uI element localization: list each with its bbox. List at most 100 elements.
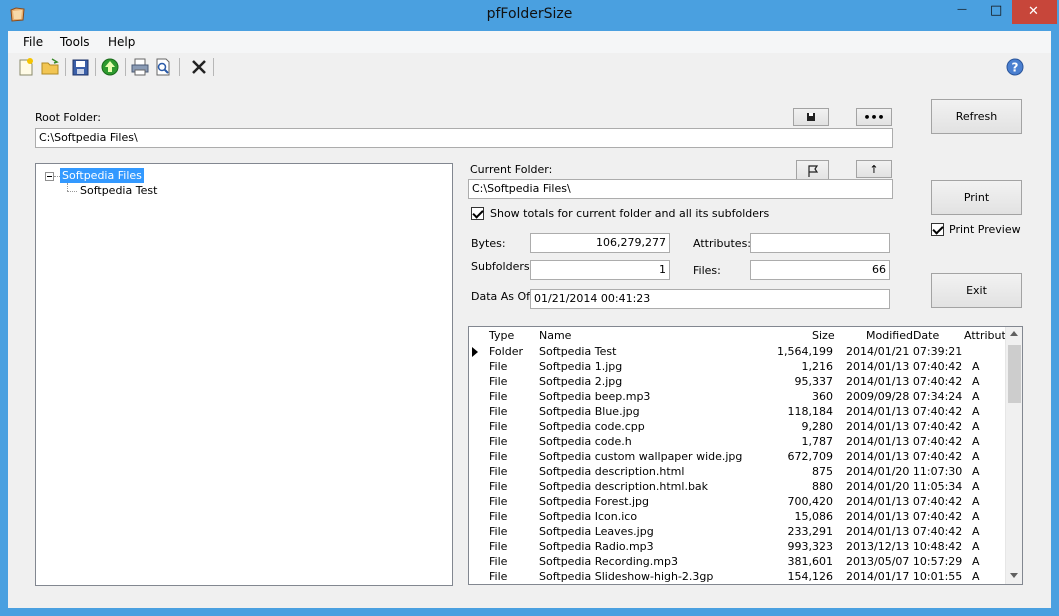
flag-icon [807, 165, 818, 177]
table-row[interactable]: File Softpedia description.html 875 2014/01… [469, 464, 1007, 479]
table-row[interactable]: File Softpedia Leaves.jpg 233,291 2014/01/1… [469, 524, 1007, 539]
minimize-button[interactable]: — [946, 0, 979, 24]
cell-type: File [489, 375, 508, 388]
up-arrow-icon[interactable] [99, 56, 121, 78]
cell-attributes: A [972, 525, 980, 538]
cell-name: Softpedia Blue.jpg [539, 405, 640, 418]
new-icon[interactable] [15, 56, 37, 78]
exit-button[interactable]: Exit [931, 273, 1022, 308]
column-header-type[interactable]: Type [489, 329, 514, 342]
cell-size: 381,601 [787, 555, 834, 568]
cell-name: Softpedia description.html.bak [539, 480, 709, 493]
cell-attributes: A [972, 540, 980, 553]
save-root-button[interactable] [793, 108, 829, 126]
table-row[interactable]: File Softpedia Blue.jpg 118,184 2014/01/13 … [469, 404, 1007, 419]
cell-date: 2013/05/07 10:57:29 [846, 555, 963, 568]
table-row[interactable]: File Softpedia Radio.mp3 993,323 2013/12/13… [469, 539, 1007, 554]
print-preview-icon[interactable] [152, 56, 174, 78]
cell-type: File [489, 405, 508, 418]
cell-date: 2014/01/13 07:40:42 [846, 375, 963, 388]
subfolders-field[interactable]: 1 [530, 260, 670, 280]
table-row[interactable]: File Softpedia Icon.ico 15,086 2014/01/13 0… [469, 509, 1007, 524]
browse-root-button[interactable]: ••• [856, 108, 892, 126]
tree-line [67, 183, 68, 191]
files-field[interactable]: 66 [750, 260, 890, 280]
column-header-size[interactable]: Size [812, 329, 835, 342]
table-row[interactable]: File Softpedia beep.mp3 360 2009/09/28 07:3… [469, 389, 1007, 404]
vertical-scrollbar[interactable] [1005, 327, 1022, 584]
folder-tree[interactable]: Softpedia Files Softpedia Test [35, 163, 453, 586]
menu-tools[interactable]: Tools [60, 35, 90, 49]
column-header-modified[interactable]: ModifiedDate [866, 329, 939, 342]
toolbar-separator [125, 58, 126, 76]
cell-size: 672,709 [787, 450, 834, 463]
print-preview-checkbox[interactable] [931, 223, 944, 236]
cell-size: 360 [812, 390, 833, 403]
file-list[interactable]: Type Name Size ModifiedDate Attributes F… [468, 326, 1023, 585]
show-totals-checkbox[interactable] [471, 207, 484, 220]
cell-type: File [489, 540, 508, 553]
cell-attributes: A [972, 570, 980, 583]
cell-size: 700,420 [787, 495, 834, 508]
table-row[interactable]: File Softpedia description.html.bak 880 201… [469, 479, 1007, 494]
cell-size: 233,291 [787, 525, 834, 538]
save-icon[interactable] [69, 56, 91, 78]
table-row[interactable]: File Softpedia Recording.mp3 381,601 2013/0… [469, 554, 1007, 569]
delete-icon[interactable] [188, 56, 210, 78]
close-button[interactable]: ✕ [1012, 0, 1057, 24]
cell-size: 9,280 [801, 420, 834, 433]
toolbar-separator [179, 58, 180, 76]
table-row[interactable]: File Softpedia Slideshow-high-2.3gp 154,12… [469, 569, 1007, 584]
open-folder-icon[interactable] [39, 56, 61, 78]
cell-attributes: A [972, 555, 980, 568]
maximize-button[interactable]: □ [979, 0, 1012, 24]
cell-name: Softpedia Slideshow-high-2.3gp [539, 570, 714, 583]
help-icon[interactable]: ? [1004, 56, 1026, 78]
print-icon[interactable] [129, 56, 151, 78]
up-folder-button[interactable]: ↑ [856, 160, 892, 178]
menu-help[interactable]: Help [108, 35, 135, 49]
print-button[interactable]: Print [931, 180, 1022, 215]
table-row[interactable]: File Softpedia 2.jpg 95,337 2014/01/13 07:4… [469, 374, 1007, 389]
cell-name: Softpedia description.html [539, 465, 685, 478]
collapse-icon[interactable] [45, 172, 54, 181]
tree-item-root[interactable]: Softpedia Files [60, 168, 144, 183]
toolbar-separator [65, 58, 66, 76]
column-header-name[interactable]: Name [539, 329, 571, 342]
cell-date: 2014/01/13 07:40:42 [846, 420, 963, 433]
current-row-indicator-icon [472, 347, 478, 357]
cell-date: 2009/09/28 07:34:24 [846, 390, 963, 403]
subfolders-label: Subfolders: [471, 260, 534, 273]
table-row[interactable]: File Softpedia code.h 1,787 2014/01/13 07:4… [469, 434, 1007, 449]
cell-name: Softpedia beep.mp3 [539, 390, 651, 403]
cell-date: 2014/01/13 07:40:42 [846, 450, 963, 463]
table-row[interactable]: File Softpedia Forest.jpg 700,420 2014/01/1… [469, 494, 1007, 509]
toolbar-separator [95, 58, 96, 76]
cell-type: File [489, 525, 508, 538]
tree-item-child[interactable]: Softpedia Test [80, 184, 157, 197]
cell-name: Softpedia Test [539, 345, 617, 358]
menu-file[interactable]: File [23, 35, 43, 49]
table-row[interactable]: File Softpedia 1.jpg 1,216 2014/01/13 07:40… [469, 359, 1007, 374]
client-area: File Tools Help ? Root Folder: ••• C:\So… [8, 31, 1051, 608]
scroll-down-icon[interactable] [1010, 573, 1018, 578]
scroll-thumb[interactable] [1008, 345, 1021, 403]
scroll-up-icon[interactable] [1010, 331, 1018, 336]
cell-attributes: A [972, 390, 980, 403]
table-row[interactable]: File Softpedia code.cpp 9,280 2014/01/13 07… [469, 419, 1007, 434]
table-row[interactable]: File Softpedia custom wallpaper wide.jpg 6… [469, 449, 1007, 464]
data-as-of-field[interactable]: 01/21/2014 00:41:23 [530, 289, 890, 309]
refresh-button[interactable]: Refresh [931, 99, 1022, 134]
print-preview-label: Print Preview [949, 223, 1021, 236]
title-bar[interactable]: pfFolderSize — □ ✕ [0, 0, 1059, 31]
bytes-field[interactable]: 106,279,277 [530, 233, 670, 253]
cell-type: File [489, 390, 508, 403]
current-folder-field[interactable]: C:\Softpedia Files\ [468, 179, 893, 199]
current-folder-label: Current Folder: [470, 163, 553, 176]
cell-name: Softpedia Recording.mp3 [539, 555, 678, 568]
root-folder-field[interactable]: C:\Softpedia Files\ [35, 128, 893, 148]
cell-name: Softpedia 2.jpg [539, 375, 623, 388]
cell-attributes: A [972, 495, 980, 508]
table-row[interactable]: Folder Softpedia Test 1,564,199 2014/01/21 … [469, 344, 1007, 359]
attributes-field[interactable] [750, 233, 890, 253]
